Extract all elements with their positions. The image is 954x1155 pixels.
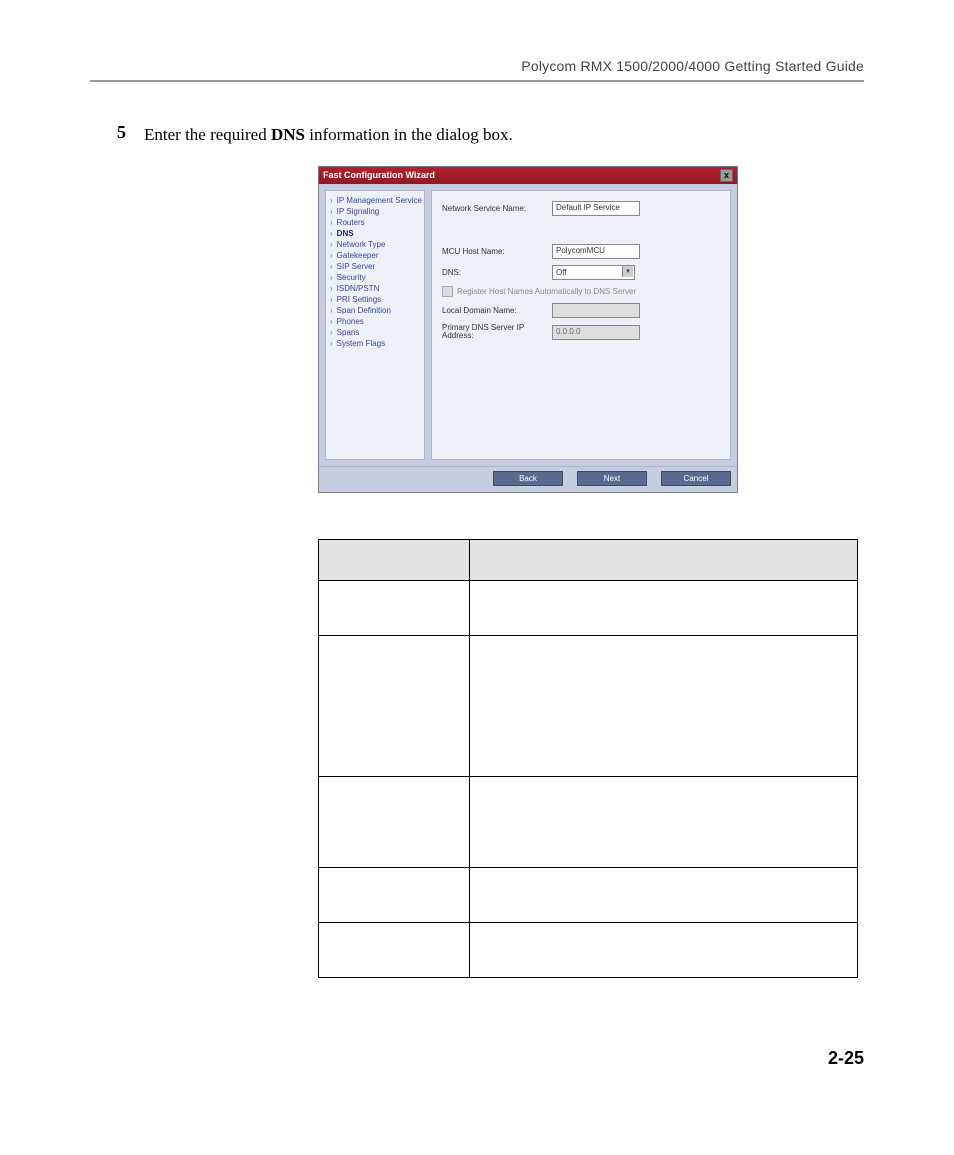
wizard-sidebar: › IP Management Service › IP Signaling › Ro… xyxy=(325,190,425,460)
mcu-host-name-input[interactable]: PolycomMCU xyxy=(552,244,640,259)
table-cell xyxy=(470,922,858,977)
sidebar-item-phones[interactable]: › Phones xyxy=(328,316,422,327)
description-table xyxy=(318,539,858,978)
sidebar-item-system-flags[interactable]: › System Flags xyxy=(328,338,422,349)
chevron-right-icon: › xyxy=(330,284,333,293)
table-cell xyxy=(470,580,858,635)
sidebar-item-span-definition[interactable]: › Span Definition xyxy=(328,305,422,316)
sidebar-item-label: Span Definition xyxy=(337,306,391,315)
sidebar-item-label: SIP Server xyxy=(337,262,376,271)
dialog-title: Fast Configuration Wizard xyxy=(323,170,435,180)
chevron-right-icon: › xyxy=(330,328,333,337)
step-number: 5 xyxy=(90,122,144,143)
table-cell xyxy=(470,867,858,922)
dialog-button-bar: Back Next Cancel xyxy=(319,466,737,492)
sidebar-item-label: Network Type xyxy=(337,240,386,249)
chevron-right-icon: › xyxy=(330,317,333,326)
chevron-right-icon: › xyxy=(330,295,333,304)
sidebar-item-label: Security xyxy=(337,273,366,282)
dns-select-value: Off xyxy=(556,268,567,277)
chevron-right-icon: › xyxy=(330,262,333,271)
chevron-right-icon: › xyxy=(330,306,333,315)
network-service-name-input[interactable]: Default IP Service xyxy=(552,201,640,216)
sidebar-item-gatekeeper[interactable]: › Gatekeeper xyxy=(328,250,422,261)
table-cell xyxy=(319,776,470,867)
chevron-right-icon: › xyxy=(330,339,333,348)
chevron-right-icon: › xyxy=(330,251,333,260)
dialog-screenshot: Fast Configuration Wizard x › IP Manageme… xyxy=(318,166,738,493)
header-rule xyxy=(90,80,864,82)
step-text: Enter the required DNS information in th… xyxy=(144,122,513,148)
close-icon[interactable]: x xyxy=(720,169,733,182)
step-text-post: information in the dialog box. xyxy=(305,125,513,144)
table-cell xyxy=(319,922,470,977)
chevron-right-icon: › xyxy=(330,240,333,249)
step-text-bold: DNS xyxy=(271,125,305,144)
cancel-button[interactable]: Cancel xyxy=(661,471,731,486)
sidebar-item-dns[interactable]: › DNS xyxy=(328,228,422,239)
dns-label: DNS: xyxy=(442,268,552,277)
local-domain-name-label: Local Domain Name: xyxy=(442,306,552,315)
table-cell xyxy=(319,867,470,922)
sidebar-item-label: IP Management Service xyxy=(337,196,422,205)
dialog-title-bar: Fast Configuration Wizard x xyxy=(319,167,737,184)
sidebar-item-security[interactable]: › Security xyxy=(328,272,422,283)
step-row: 5 Enter the required DNS information in … xyxy=(90,122,864,148)
table-header-1 xyxy=(319,539,470,580)
chevron-right-icon: › xyxy=(330,229,333,238)
chevron-right-icon: › xyxy=(330,273,333,282)
sidebar-item-routers[interactable]: › Routers xyxy=(328,217,422,228)
sidebar-item-label: Gatekeeper xyxy=(337,251,379,260)
form-panel: Network Service Name: Default IP Service… xyxy=(431,190,731,460)
local-domain-name-input[interactable] xyxy=(552,303,640,318)
next-button[interactable]: Next xyxy=(577,471,647,486)
table-cell xyxy=(470,635,858,776)
dns-select[interactable]: Off xyxy=(552,265,635,280)
sidebar-item-label: Routers xyxy=(337,218,365,227)
register-host-names-row: Register Host Names Automatically to DNS… xyxy=(442,286,720,297)
sidebar-item-label: Phones xyxy=(337,317,364,326)
table-cell xyxy=(319,580,470,635)
register-host-names-checkbox[interactable] xyxy=(442,286,453,297)
sidebar-item-ip-management[interactable]: › IP Management Service xyxy=(328,195,422,206)
sidebar-item-label: PRI Settings xyxy=(337,295,381,304)
sidebar-item-ip-signaling[interactable]: › IP Signaling xyxy=(328,206,422,217)
sidebar-item-pri-settings[interactable]: › PRI Settings xyxy=(328,294,422,305)
chevron-right-icon: › xyxy=(330,218,333,227)
table-cell xyxy=(470,776,858,867)
primary-dns-input[interactable]: 0.0.0.0 xyxy=(552,325,640,340)
table-cell xyxy=(319,635,470,776)
sidebar-item-sip-server[interactable]: › SIP Server xyxy=(328,261,422,272)
running-head: Polycom RMX 1500/2000/4000 Getting Start… xyxy=(90,58,864,74)
sidebar-item-label: ISDN/PSTN xyxy=(337,284,380,293)
primary-dns-label: Primary DNS Server IP Address: xyxy=(442,324,552,342)
mcu-host-name-label: MCU Host Name: xyxy=(442,247,552,256)
sidebar-item-label: Spans xyxy=(337,328,360,337)
sidebar-item-isdn-pstn[interactable]: › ISDN/PSTN xyxy=(328,283,422,294)
sidebar-item-spans[interactable]: › Spans xyxy=(328,327,422,338)
sidebar-item-label: IP Signaling xyxy=(337,207,380,216)
network-service-name-label: Network Service Name: xyxy=(442,204,552,213)
chevron-right-icon: › xyxy=(330,207,333,216)
table-header-2 xyxy=(470,539,858,580)
register-host-names-label: Register Host Names Automatically to DNS… xyxy=(457,287,636,296)
sidebar-item-network-type[interactable]: › Network Type xyxy=(328,239,422,250)
step-text-pre: Enter the required xyxy=(144,125,271,144)
chevron-right-icon: › xyxy=(330,196,333,205)
page-number: 2-25 xyxy=(90,1048,864,1069)
sidebar-item-label: DNS xyxy=(337,229,354,238)
sidebar-item-label: System Flags xyxy=(337,339,385,348)
back-button[interactable]: Back xyxy=(493,471,563,486)
